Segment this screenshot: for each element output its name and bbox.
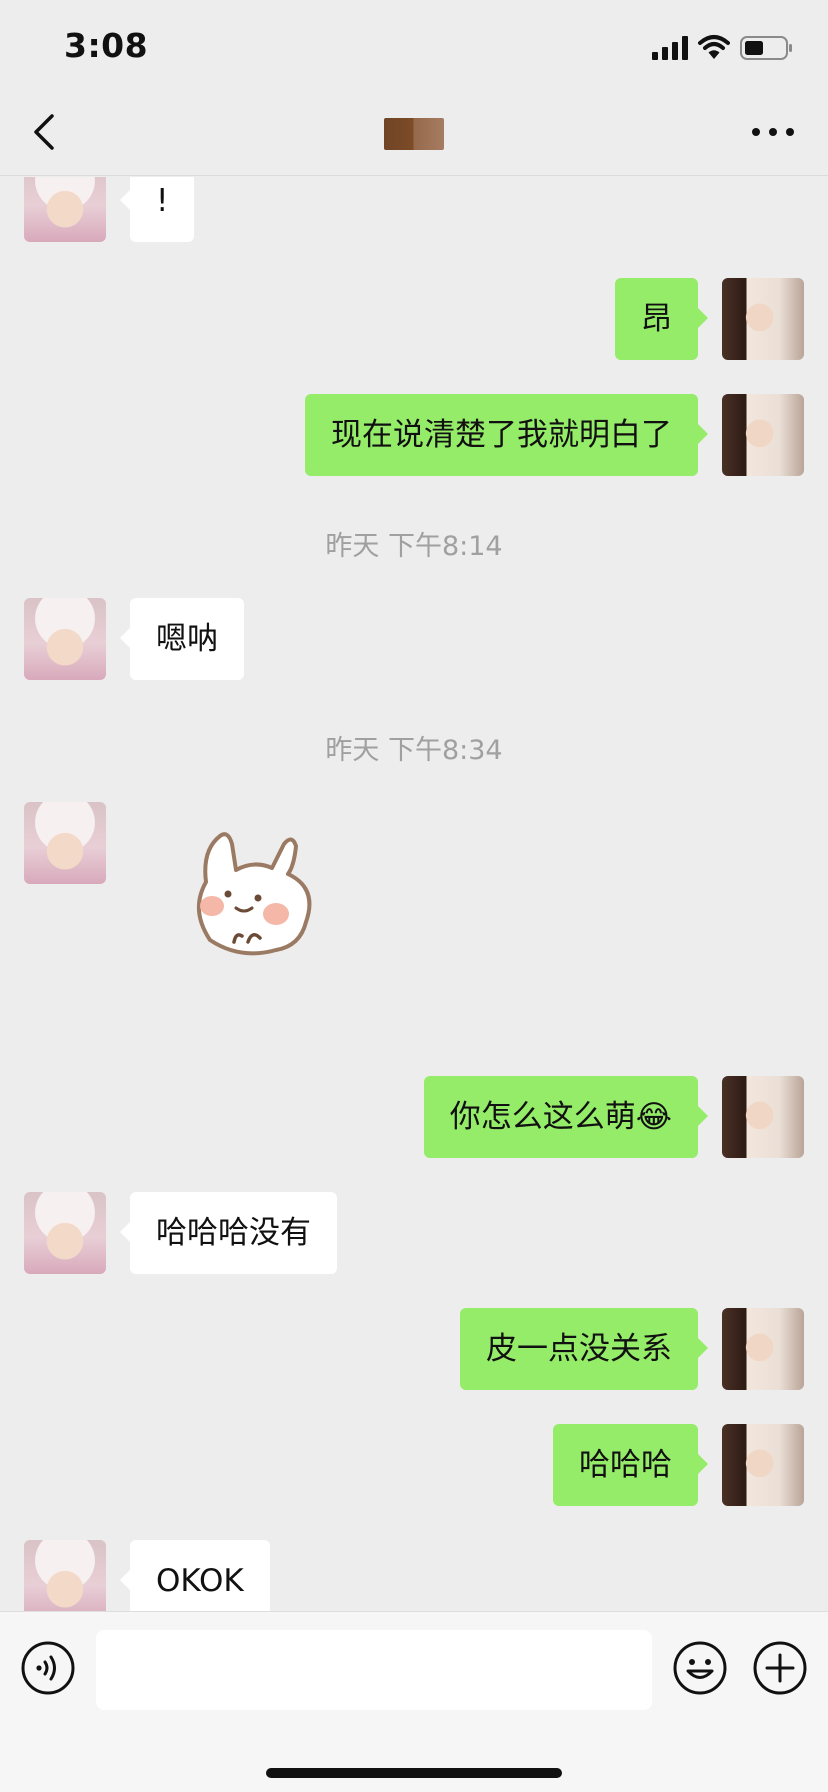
message-row-sent: 皮一点没关系 [0,1308,828,1390]
message-bubble[interactable]: 哈哈哈没有 [120,1192,337,1274]
message-bubble[interactable]: 你怎么这么萌😂 [423,1076,709,1158]
message-bubble[interactable]: 哈哈哈 [553,1424,708,1506]
my-avatar[interactable] [722,278,804,360]
message-row-sent: 哈哈哈 [0,1424,828,1506]
battery-icon [740,36,792,60]
contact-avatar[interactable] [24,1540,106,1611]
input-bar [0,1611,828,1792]
message-input[interactable] [96,1630,652,1710]
message-row-received: 哈哈哈没有 [0,1192,828,1274]
message-bubble[interactable]: ! [119,177,195,242]
message-bubble[interactable]: OKOK [120,1540,270,1611]
voice-icon[interactable] [20,1640,76,1696]
message-row-received [0,802,828,1002]
message-row-received: 嗯呐 [0,598,828,680]
message-bubble[interactable]: 嗯呐 [120,598,244,680]
message-bubble[interactable]: 昂 [615,278,708,360]
message-bubble[interactable]: 现在说清楚了我就明白了 [305,394,708,476]
my-avatar[interactable] [722,1424,804,1506]
bunny-sticker[interactable] [176,810,332,966]
message-list[interactable]: ! 昂 现在说清楚了我就明白了 昨天 下午8:14 嗯呐 昨天 下午8:34 你… [0,177,828,1611]
signal-icon [652,36,688,60]
message-row-sent: 现在说清楚了我就明白了 [0,394,828,476]
chevron-left-icon[interactable] [26,112,66,152]
message-bubble[interactable]: 皮一点没关系 [460,1308,708,1390]
ellipsis-icon[interactable] [750,126,796,138]
contact-avatar[interactable] [24,802,106,884]
status-bar: 3:08 [0,0,828,100]
home-indicator[interactable] [266,1768,562,1778]
contact-name [384,118,444,150]
message-timestamp: 昨天 下午8:14 [325,531,503,562]
chat-header [0,100,828,176]
message-text: 你怎么这么萌 [449,1099,636,1135]
my-avatar[interactable] [722,1308,804,1390]
wifi-icon [698,35,730,59]
my-avatar[interactable] [722,394,804,476]
my-avatar[interactable] [722,1076,804,1158]
contact-avatar[interactable] [24,598,106,680]
smiley-icon[interactable] [672,1640,728,1696]
message-row-sent: 你怎么这么萌😂 [0,1076,828,1158]
contact-avatar[interactable] [24,177,106,242]
message-timestamp: 昨天 下午8:34 [325,735,503,766]
message-row-received: OKOK [0,1540,828,1611]
message-row-received: ! [0,177,828,242]
plus-circle-icon[interactable] [752,1640,808,1696]
message-row-sent: 昂 [0,278,828,360]
contact-avatar[interactable] [24,1192,106,1274]
laughing-tears-emoji: 😂 [635,1099,672,1135]
status-time: 3:08 [64,26,149,65]
